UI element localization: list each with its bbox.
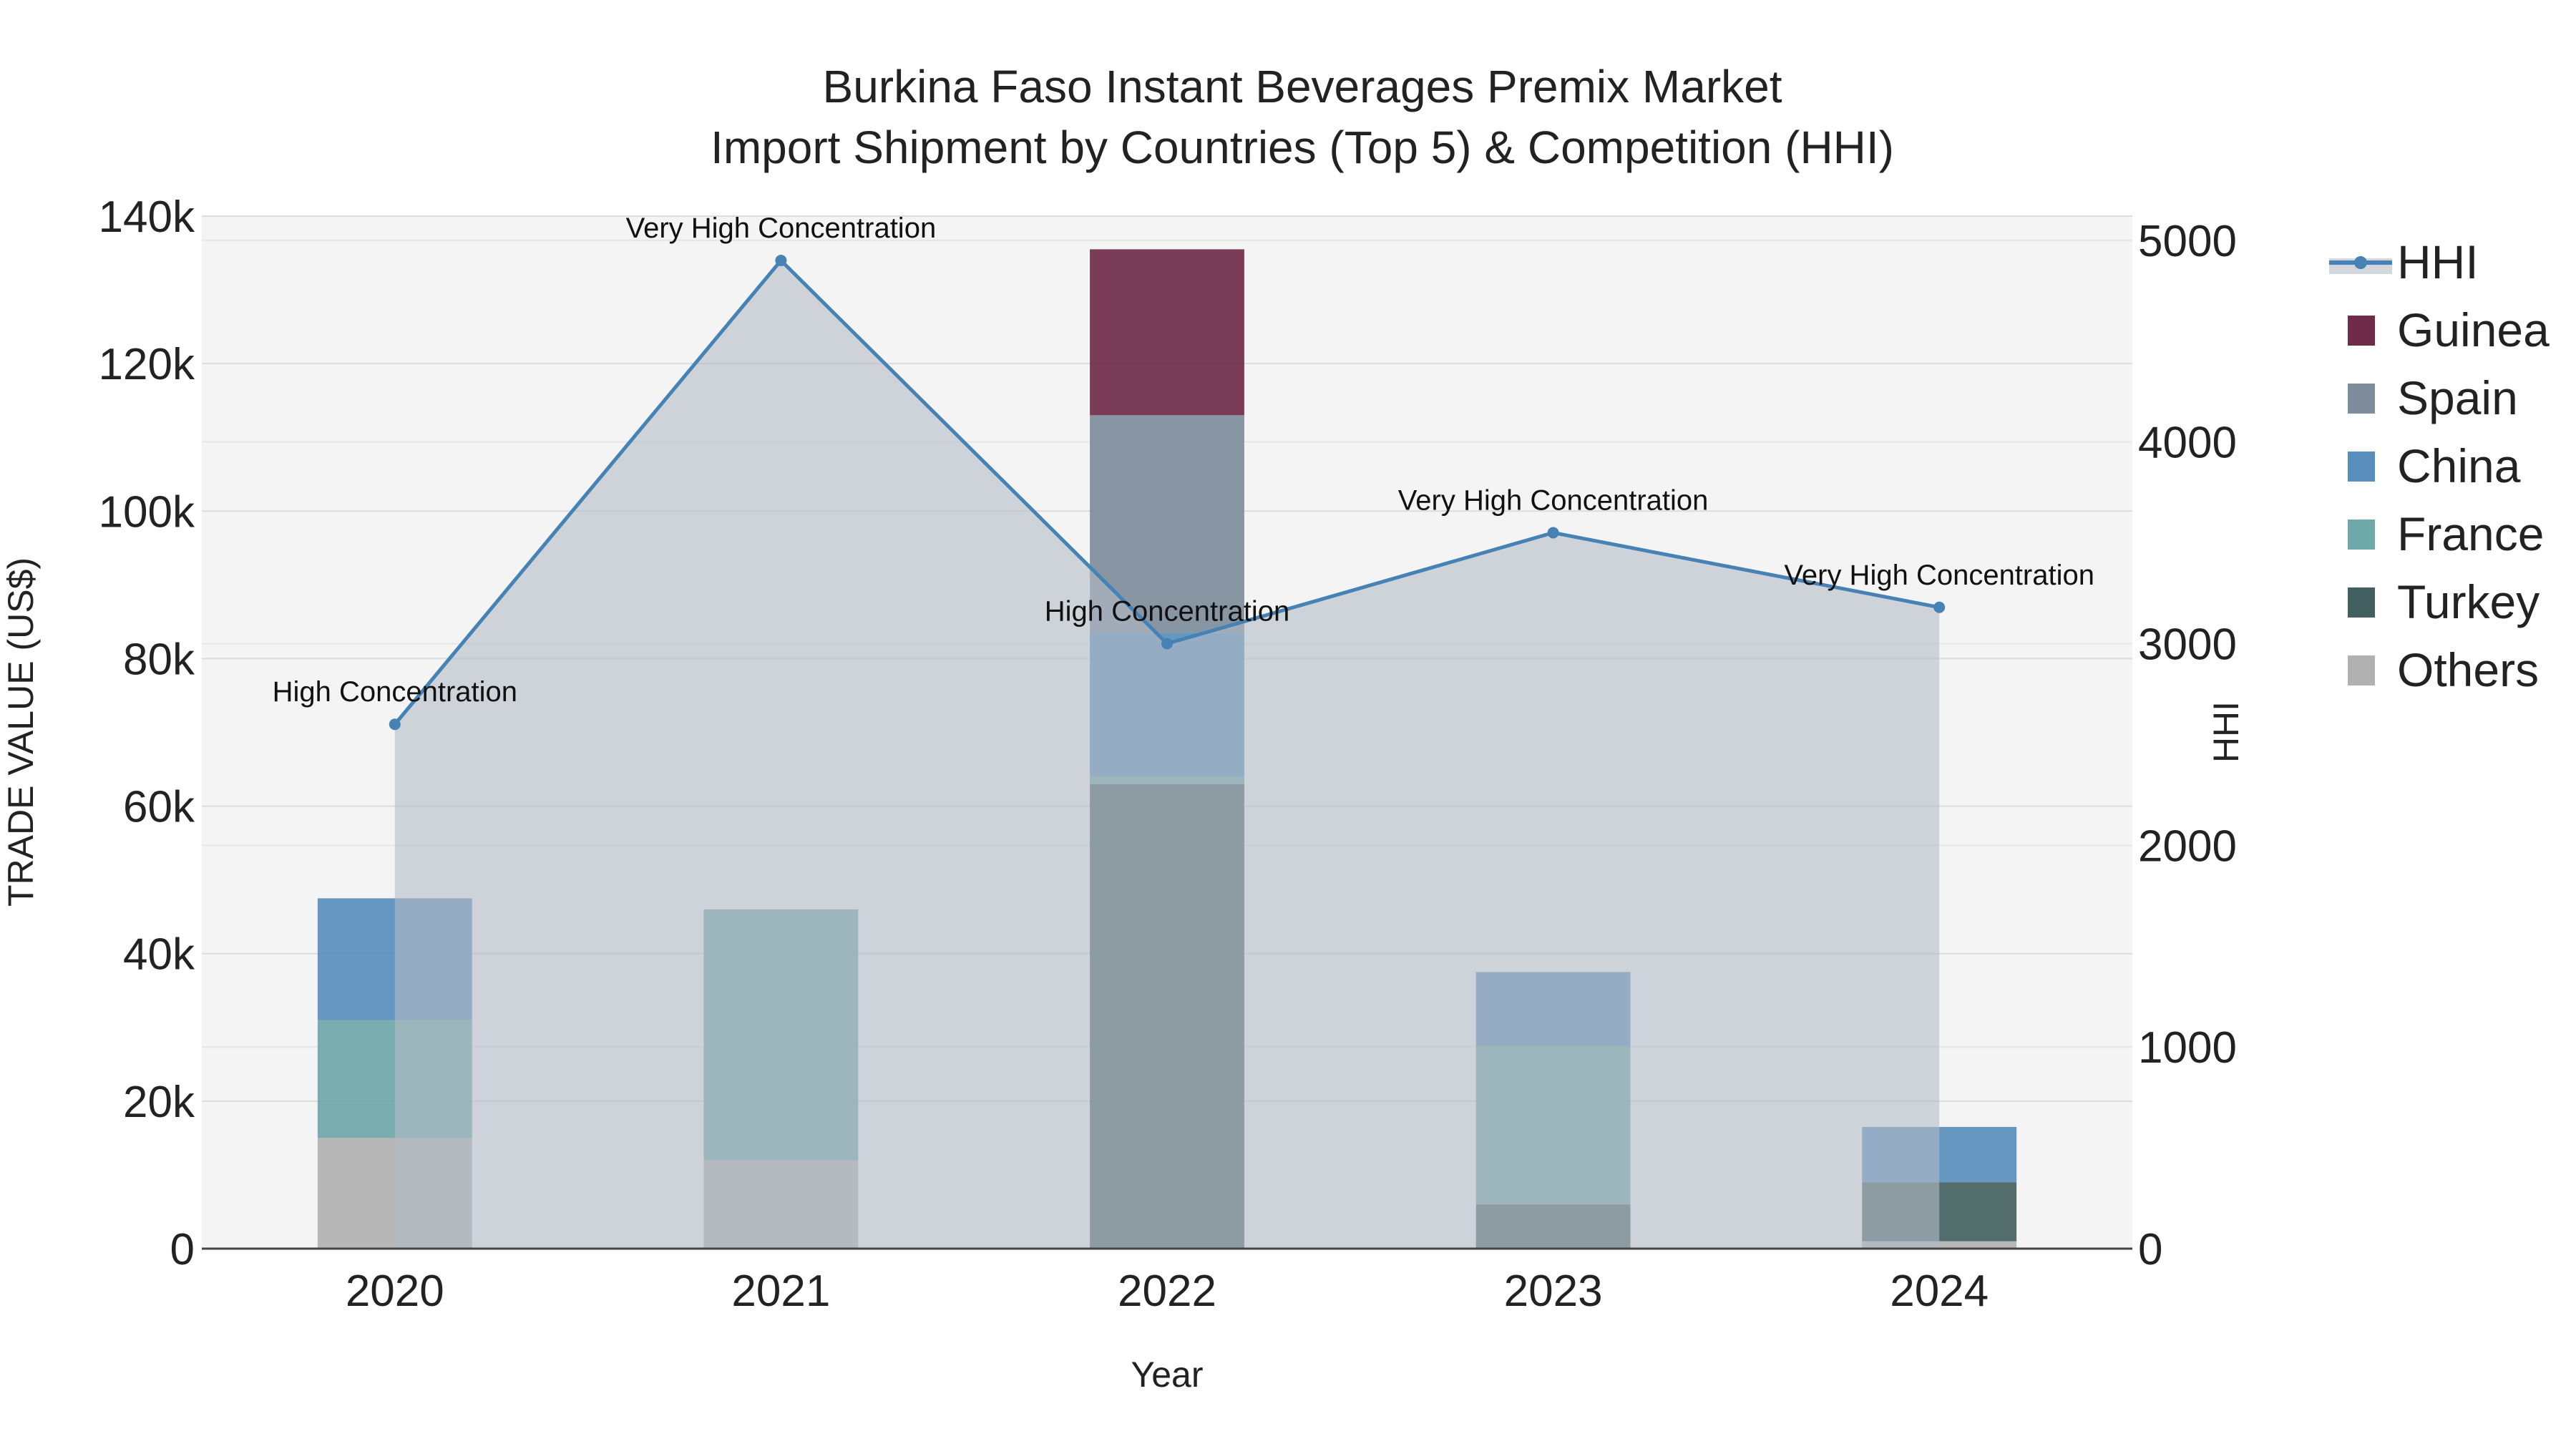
y-tick-label: 140k: [99, 192, 195, 242]
x-tick-label: 2022: [1118, 1267, 1216, 1316]
y-tick-label: 40k: [123, 930, 195, 980]
hhi-annotation-2020: High Concentration: [273, 676, 517, 708]
legend-swatch-others: [2348, 655, 2375, 686]
legend-swatch-guinea: [2348, 316, 2375, 346]
legend-label-turkey: Turkey: [2397, 575, 2540, 628]
legend-label-china: China: [2397, 439, 2521, 492]
x-tick-label: 2021: [731, 1267, 830, 1316]
x-tick-label: 2020: [346, 1267, 444, 1316]
hhi-point-2022: [1161, 638, 1173, 650]
chart: High Concentration Very High Concentratio…: [1, 61, 2550, 1395]
y-tick-label: 100k: [99, 487, 195, 537]
hhi-point-2024: [1933, 601, 1946, 613]
legend-label-spain: Spain: [2397, 371, 2518, 424]
hhi-point-2020: [389, 718, 401, 731]
y-tick-label: 80k: [123, 635, 195, 684]
hhi-annotation-2021: Very High Concentration: [626, 213, 937, 244]
y2-axis-label: HHI: [2206, 701, 2246, 763]
y-tick-label: 20k: [123, 1078, 195, 1127]
chart-subtitle: Import Shipment by Countries (Top 5) & C…: [711, 122, 1894, 173]
legend-swatch-china: [2348, 452, 2375, 482]
y-tick-label: 120k: [99, 340, 195, 389]
legend-label-others: Others: [2397, 643, 2539, 696]
y-tick-label: 60k: [123, 783, 195, 832]
chart-title: Burkina Faso Instant Beverages Premix Ma…: [823, 61, 1782, 112]
hhi-annotation-2024: Very High Concentration: [1784, 560, 2094, 591]
y2-tick-label: 2000: [2138, 821, 2237, 871]
hhi-annotation-2023: Very High Concentration: [1398, 484, 1709, 516]
y-tick-label: 0: [170, 1225, 195, 1274]
y2-tick-label: 1000: [2138, 1023, 2237, 1073]
legend-swatch-france: [2348, 519, 2375, 550]
y2-tick-label: 4000: [2138, 419, 2237, 468]
hhi-point-2023: [1547, 527, 1559, 539]
x-tick-label: 2023: [1504, 1267, 1603, 1316]
x-tick-label: 2024: [1890, 1267, 1989, 1316]
bar-guinea-2022: [1090, 249, 1244, 416]
legend-label-hhi: HHI: [2397, 235, 2479, 288]
y2-tick-label: 5000: [2138, 217, 2237, 266]
legend-label-france: France: [2397, 507, 2544, 560]
legend-label-guinea: Guinea: [2397, 303, 2550, 356]
legend-swatch-spain: [2348, 384, 2375, 414]
legend-swatch-turkey: [2348, 587, 2375, 618]
legend-hhi-swatch-marker: [2354, 256, 2367, 269]
y2-tick-label: 0: [2138, 1225, 2162, 1274]
x-axis-label: Year: [1131, 1355, 1203, 1395]
hhi-annotation-2022: High Concentration: [1045, 595, 1289, 627]
y2-tick-label: 3000: [2138, 620, 2237, 669]
y-axis-label: TRADE VALUE (US$): [1, 557, 41, 907]
legend: HHI Guinea Spain China France Turkey Others: [2329, 235, 2550, 696]
hhi-point-2021: [775, 255, 787, 267]
